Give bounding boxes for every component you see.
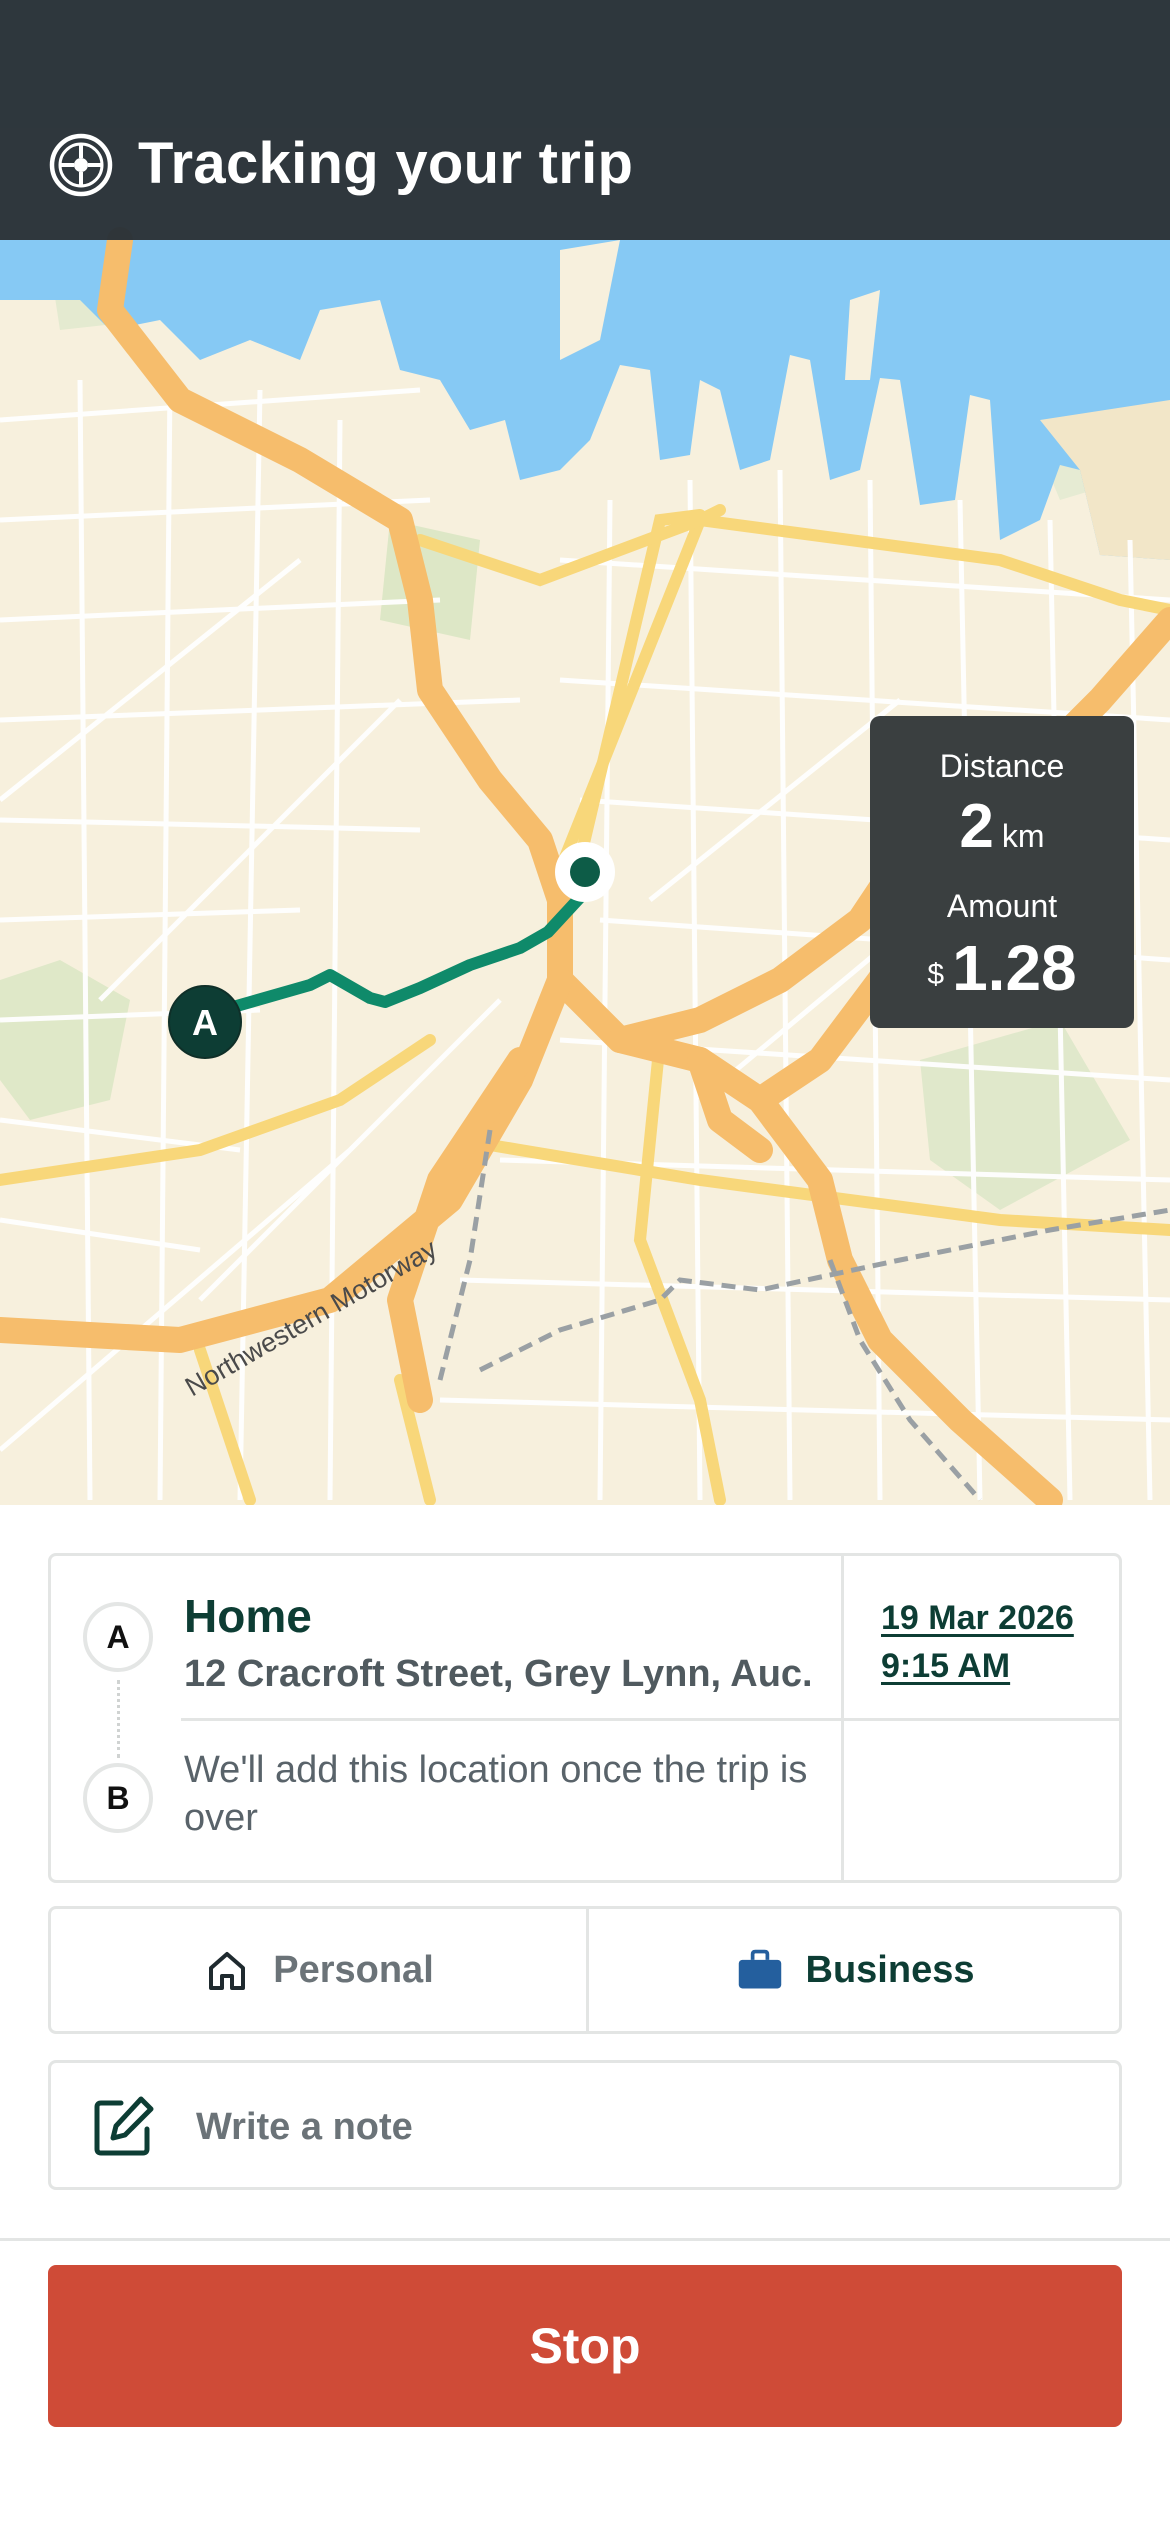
page-title: Tracking your trip <box>138 131 634 196</box>
steering-wheel-icon <box>49 133 113 197</box>
amount-currency: $ <box>927 958 945 991</box>
home-icon <box>209 1952 246 1990</box>
amount-readout: $1.28 <box>870 930 1134 1006</box>
trip-date-link[interactable]: 19 Mar 2026 <box>881 1594 1074 1642</box>
distance-label: Distance <box>939 748 1065 784</box>
business-label: Business <box>805 1949 975 1991</box>
trip-details-card: A B Home 12 Cracroft Street, Grey Lynn, … <box>48 1553 1122 1883</box>
stop-trip-button[interactable]: Stop <box>48 2265 1122 2427</box>
end-location-placeholder: We'll add this location once the trip is… <box>184 1749 808 1839</box>
personal-trip-button[interactable]: Personal <box>51 1909 586 2031</box>
start-location-name[interactable]: Home <box>184 1588 312 1644</box>
amount-label: Amount <box>946 888 1058 924</box>
trip-time-link[interactable]: 9:15 AM <box>881 1642 1010 1690</box>
amount-value: 1.28 <box>952 932 1077 1004</box>
business-trip-button[interactable]: Business <box>586 1909 1121 2031</box>
end-point-badge: B <box>83 1763 153 1833</box>
edit-note-icon <box>94 2096 154 2156</box>
trip-stats-panel: Distance 2 km Amount $1.28 <box>870 716 1134 1028</box>
footer-divider <box>0 2238 1170 2241</box>
distance-unit: km <box>1001 818 1045 854</box>
svg-text:A: A <box>192 1002 218 1043</box>
app-header: Tracking your trip <box>0 0 1170 240</box>
trip-type-selector: Personal Business <box>48 1906 1122 2034</box>
start-location-address[interactable]: 12 Cracroft Street, Grey Lynn, Auc... <box>184 1650 814 1698</box>
briefcase-icon <box>738 1949 781 1989</box>
column-divider <box>841 1556 844 1880</box>
row-divider <box>181 1718 1120 1721</box>
distance-readout: 2 km <box>870 790 1134 864</box>
route-connector <box>117 1680 120 1758</box>
distance-value: 2 <box>959 792 994 861</box>
note-placeholder: Write a note <box>196 2106 413 2148</box>
note-field[interactable]: Write a note <box>48 2060 1122 2190</box>
personal-label: Personal <box>273 1949 434 1991</box>
start-point-badge: A <box>83 1602 153 1672</box>
